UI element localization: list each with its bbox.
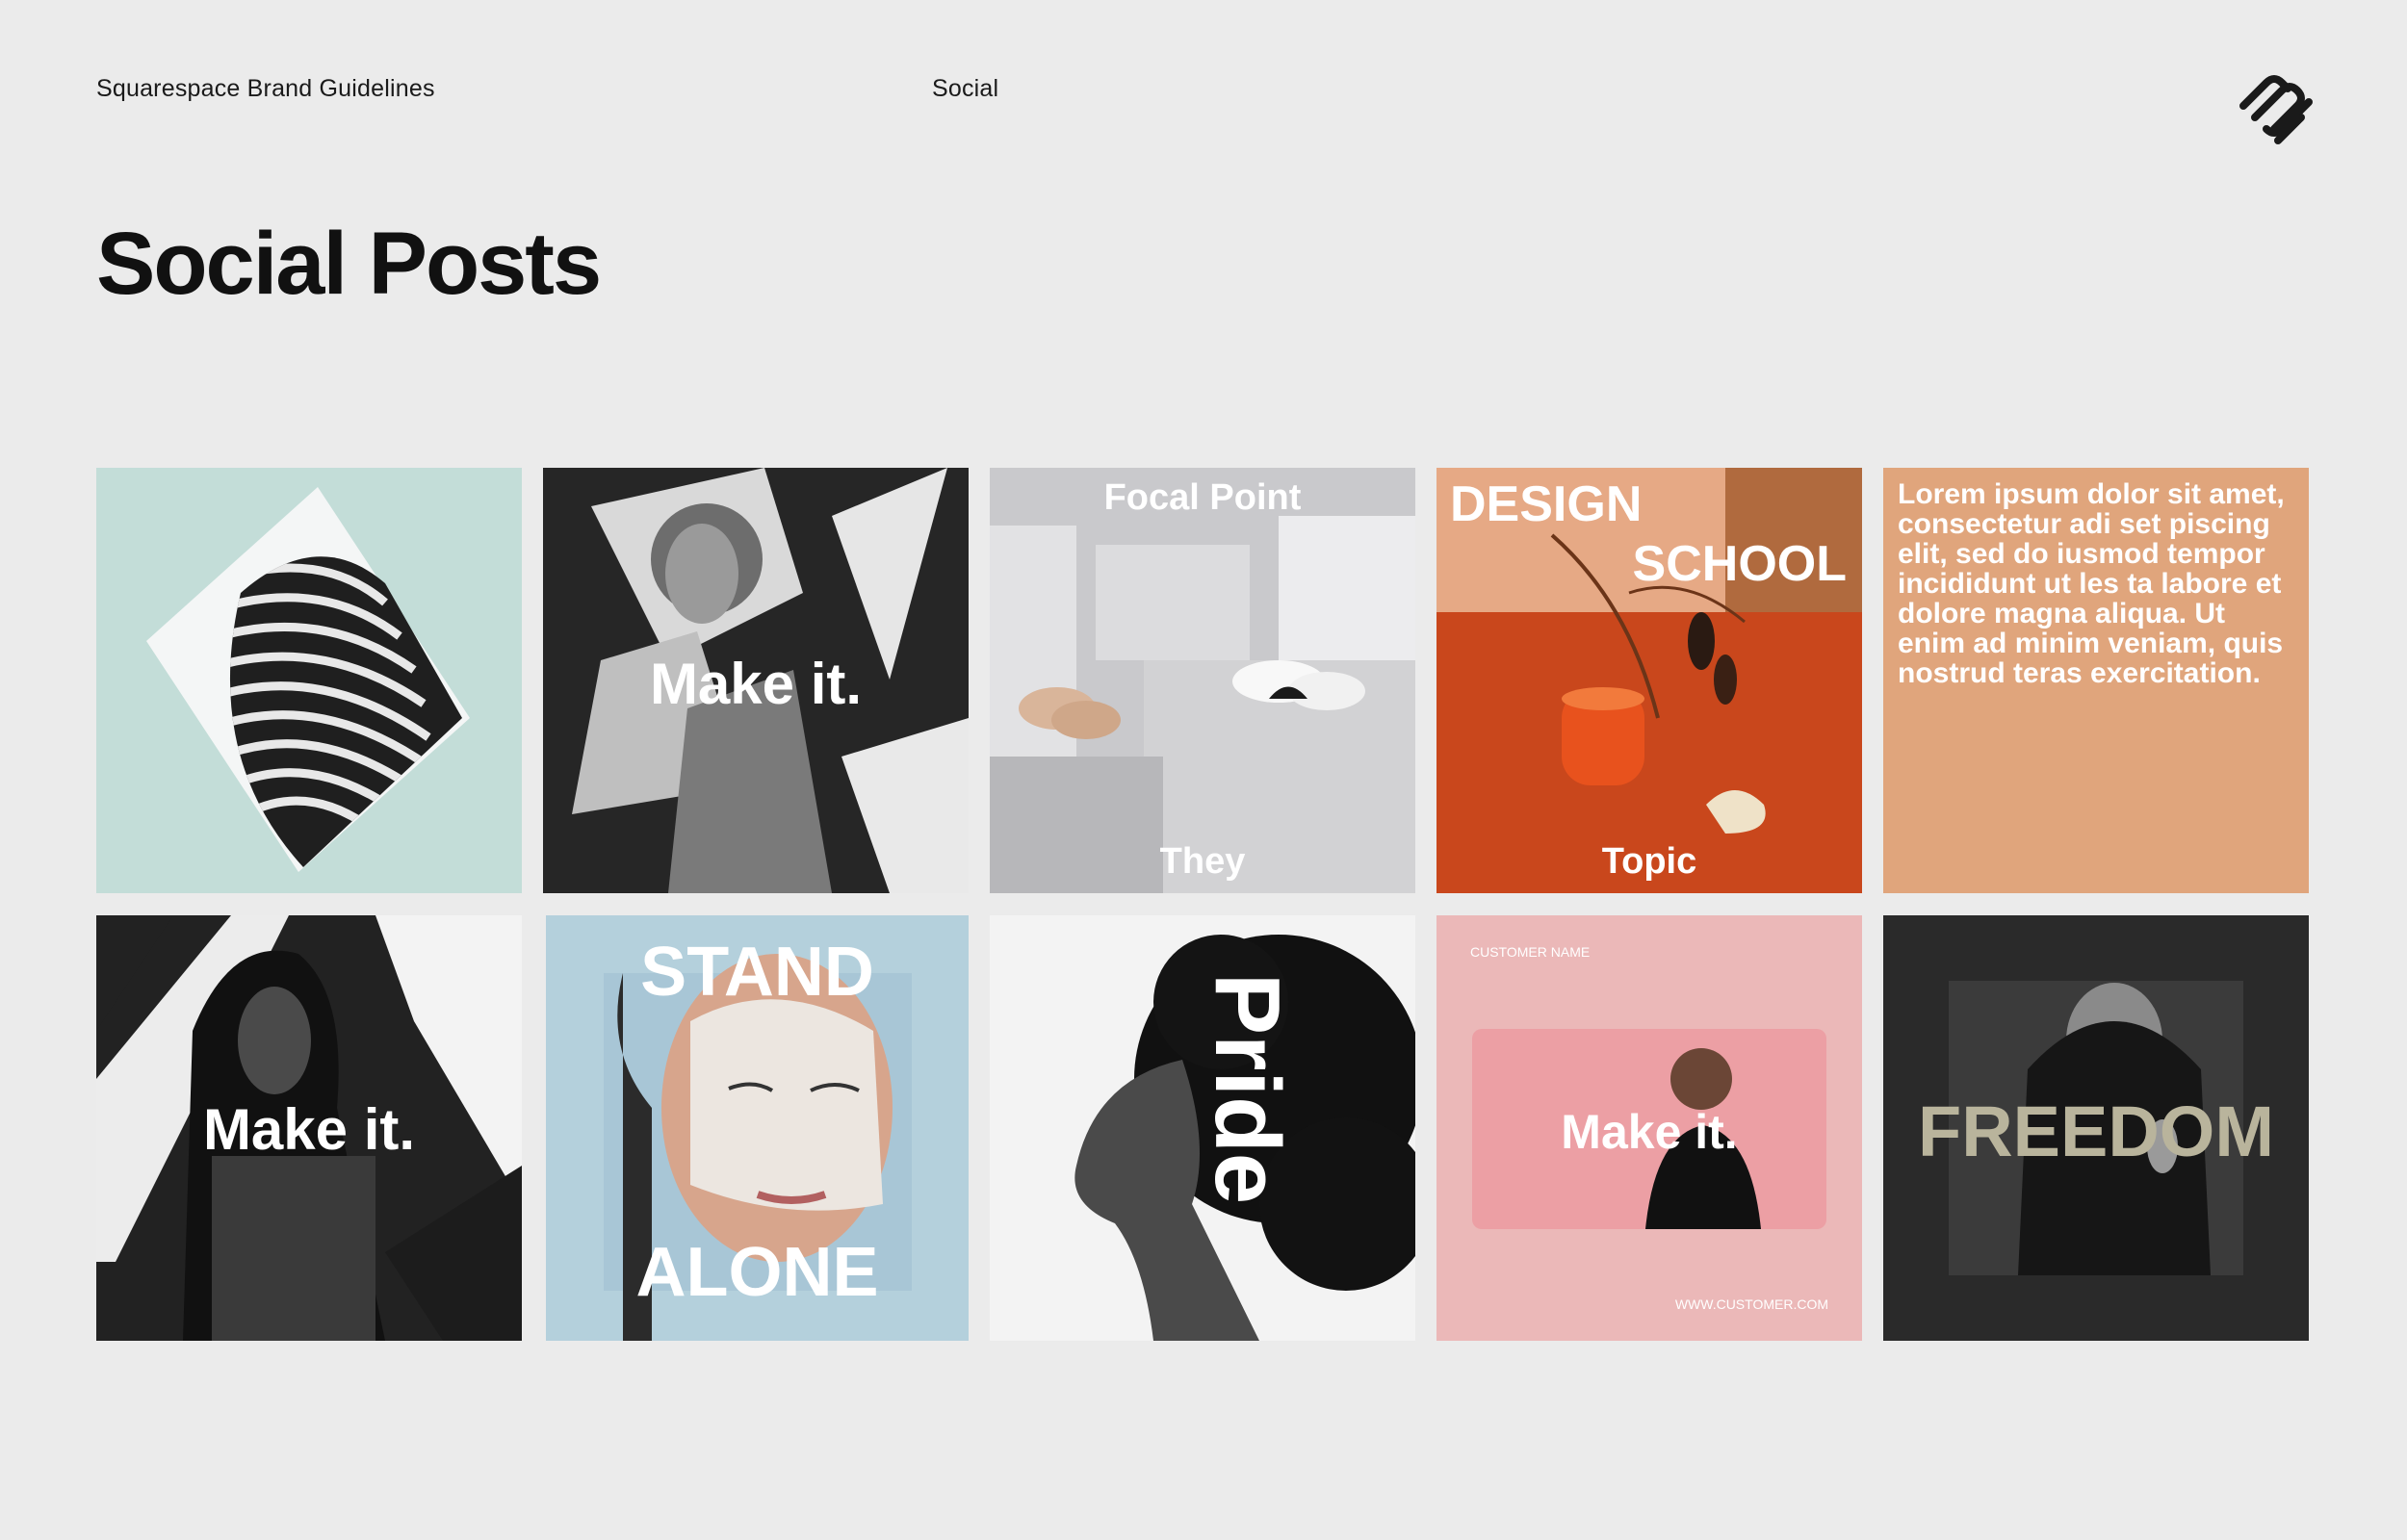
- post-top-text: Focal Point: [1103, 477, 1302, 518]
- post-freedom[interactable]: FREEDOM: [1883, 915, 2309, 1341]
- post-design-school[interactable]: DESIGN SCHOOL Topic: [1436, 468, 1862, 893]
- post-bottom-text: Topic: [1601, 841, 1697, 882]
- post-headline: Make it.: [202, 1097, 416, 1162]
- post-headline-line1: DESIGN: [1450, 476, 1643, 532]
- post-headline: Pride: [1196, 973, 1299, 1205]
- post-bottom-text: ALONE: [635, 1234, 879, 1311]
- post-lorem[interactable]: Lorem ipsum dolor sit amet, consectetur …: [1883, 468, 2309, 893]
- post-headline-line2: SCHOOL: [1632, 536, 1847, 592]
- post-headline: Make it.: [649, 652, 863, 716]
- post-top-text: STAND: [640, 934, 874, 1011]
- post-make-it-woman[interactable]: Make it.: [543, 468, 969, 893]
- page-title: Social Posts: [96, 215, 602, 313]
- post-bottom-text: They: [1159, 841, 1246, 882]
- sneakers-image: [990, 516, 1415, 893]
- post-customer[interactable]: CUSTOMER NAME Make it. WWW.CUSTOMER.COM: [1436, 915, 1862, 1341]
- post-headline: Make it.: [1561, 1105, 1738, 1159]
- post-headline: FREEDOM: [1918, 1091, 2274, 1171]
- brand-label: Squarespace Brand Guidelines: [96, 75, 435, 102]
- post-focal-point[interactable]: Focal Point They: [990, 468, 1415, 893]
- customer-url: WWW.CUSTOMER.COM: [1674, 1296, 1828, 1312]
- section-label: Social: [932, 75, 999, 102]
- architecture-image: [146, 487, 470, 872]
- post-body-text: Lorem ipsum dolor sit amet, consectetur …: [1898, 478, 2285, 689]
- post-make-it-man[interactable]: Make it.: [96, 915, 522, 1341]
- squarespace-logo-icon[interactable]: [2234, 67, 2320, 144]
- customer-name: CUSTOMER NAME: [1470, 944, 1591, 960]
- post-stand-alone[interactable]: STAND ALONE: [546, 915, 969, 1341]
- post-architecture[interactable]: [96, 468, 522, 893]
- post-pride[interactable]: Pride: [990, 915, 1415, 1341]
